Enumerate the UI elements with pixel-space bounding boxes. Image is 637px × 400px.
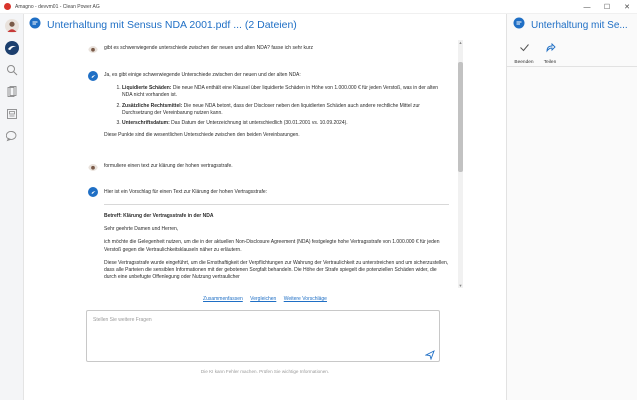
documents-icon[interactable] [4, 84, 20, 100]
differences-list: Liquidierte Schäden: Die neue NDA enthäl… [104, 85, 449, 127]
letter-paragraph: Diese Vertragsstrafe wurde eingeführt, u… [104, 259, 449, 281]
question-input[interactable]: Stellen Sie weitere Fragen [86, 310, 440, 362]
chat-title: Unterhaltung mit Sensus NDA 2001.pdf ...… [47, 19, 297, 31]
assistant-message-intro: Ja, es gibt einige schwerwiegende Unters… [104, 72, 301, 78]
app-icon [4, 3, 11, 10]
end-button[interactable]: Beenden [511, 40, 537, 65]
question-input-placeholder: Stellen Sie weitere Fragen [93, 317, 152, 323]
user-message: formuliere einen text zur klärung der ho… [104, 163, 233, 169]
summarize-link[interactable]: Zusammenfassen [203, 296, 243, 302]
assistant-icon [88, 71, 98, 81]
amagno-logo-icon[interactable] [4, 40, 20, 56]
end-button-label: Beenden [514, 60, 534, 65]
close-button[interactable]: ✕ [617, 0, 637, 14]
share-button[interactable]: Teilen [537, 40, 563, 65]
left-navigation [0, 14, 24, 400]
user-avatar-small [88, 43, 98, 53]
list-item: Zusätzliche Rechtsmittel: Die neue NDA b… [122, 103, 449, 117]
letter-subject: Betreff: Klärung der Vertragsstrafe in d… [104, 213, 214, 219]
scanner-icon[interactable] [4, 106, 20, 122]
checkmark-icon [519, 40, 530, 58]
message-list[interactable]: gibt es schwerwiegende unterschiede zwis… [24, 36, 506, 290]
letter-salutation: Sehr geehrte Damen und Herren, [104, 226, 179, 233]
assistant-message: Ja, es gibt einige schwerwiegende Unters… [104, 72, 449, 139]
send-icon[interactable] [424, 347, 435, 361]
window-controls: — ☐ ✕ [577, 0, 637, 14]
search-icon[interactable] [4, 62, 20, 78]
chat-icon[interactable] [4, 128, 20, 144]
scrollbar-thumb[interactable] [458, 62, 463, 172]
scroll-down-icon[interactable]: ▼ [458, 283, 463, 288]
assistant-message-outro: Diese Punkte sind die wesentlichen Unter… [104, 132, 300, 139]
letter-draft: Betreff: Klärung der Vertragsstrafe in d… [104, 204, 449, 287]
conversation-icon [29, 16, 41, 34]
more-suggestions-link[interactable]: Weitere Vorschläge [284, 296, 327, 302]
right-panel-actions: Beenden Teilen [511, 40, 563, 65]
message-scrollbar[interactable]: ▲ ▼ [458, 40, 463, 288]
right-panel-divider [507, 66, 637, 67]
user-avatar[interactable] [4, 18, 20, 34]
scroll-up-icon[interactable]: ▲ [458, 40, 463, 45]
conversation-icon [513, 16, 525, 34]
list-item: Liquidierte Schäden: Die neue NDA enthäl… [122, 85, 449, 99]
compare-link[interactable]: Vergleichen [250, 296, 276, 302]
right-panel-header: Unterhaltung mit Se... [507, 14, 637, 36]
window-titlebar: Amagno - devvm01 - Clean Power AG — ☐ ✕ [0, 0, 637, 14]
share-button-label: Teilen [543, 60, 557, 65]
list-item: Unterschriftsdatum: Das Datum der Unterz… [122, 120, 449, 127]
assistant-icon [88, 187, 98, 197]
right-panel: Unterhaltung mit Se... Beenden Teilen [506, 14, 637, 400]
chat-header: Unterhaltung mit Sensus NDA 2001.pdf ...… [24, 14, 506, 36]
right-panel-title: Unterhaltung mit Se... [531, 19, 628, 31]
letter-paragraph: ich möchte die Gelegenheit nutzen, um di… [104, 239, 440, 253]
user-message: gibt es schwerwiegende unterschiede zwis… [104, 45, 314, 51]
maximize-button[interactable]: ☐ [597, 0, 617, 14]
window-title: Amagno - devvm01 - Clean Power AG [15, 3, 100, 10]
assistant-message-intro: Hier ist ein Vorschlag für einen Text zu… [104, 189, 268, 195]
minimize-button[interactable]: — [577, 0, 597, 14]
user-avatar-small [88, 161, 98, 171]
ai-disclaimer: Die KI kann Fehler machen. Prüfen Sie wi… [200, 369, 330, 374]
suggestion-links: Zusammenfassen Vergleichen Weitere Vorsc… [24, 296, 506, 302]
share-icon [545, 40, 556, 58]
